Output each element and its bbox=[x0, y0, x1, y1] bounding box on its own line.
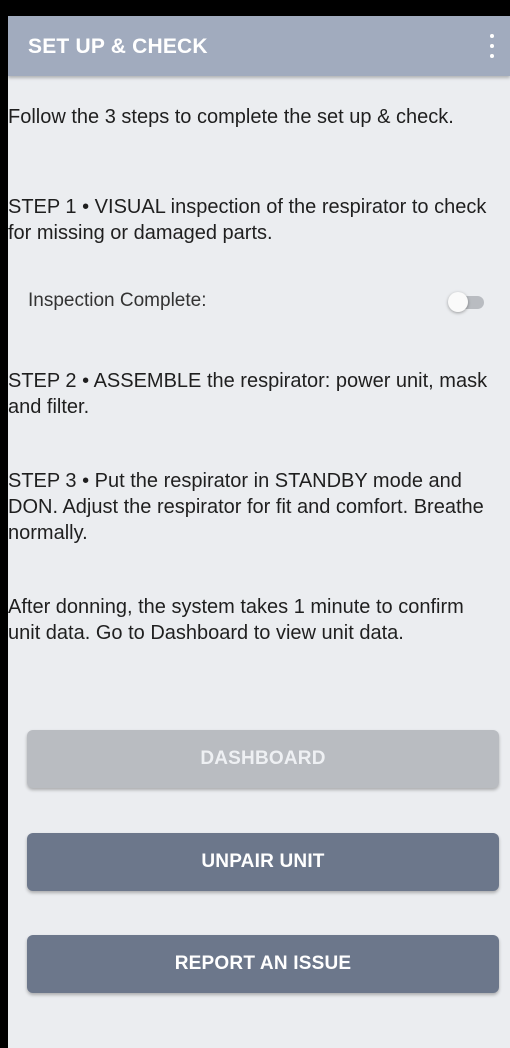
inspection-label: Inspection Complete: bbox=[28, 290, 207, 311]
content: Follow the 3 steps to complete the set u… bbox=[8, 76, 510, 1048]
page-title: SET UP & CHECK bbox=[28, 35, 208, 58]
toggle-thumb bbox=[448, 292, 468, 312]
status-bar bbox=[0, 0, 510, 16]
more-vert-icon[interactable] bbox=[482, 30, 502, 62]
dashboard-button[interactable]: DASHBOARD bbox=[27, 730, 499, 788]
report-issue-button[interactable]: REPORT AN ISSUE bbox=[27, 935, 499, 993]
app-bar: SET UP & CHECK bbox=[8, 16, 510, 76]
inspection-row: Inspection Complete: bbox=[8, 282, 510, 322]
screen: SET UP & CHECK Follow the 3 steps to com… bbox=[0, 0, 510, 1048]
step-1-text: STEP 1 • VISUAL inspection of the respir… bbox=[8, 196, 487, 244]
after-donning-note: After donning, the system takes 1 minute… bbox=[8, 596, 464, 644]
unpair-unit-button[interactable]: UNPAIR UNIT bbox=[27, 833, 499, 891]
inspection-complete-toggle[interactable] bbox=[448, 292, 486, 312]
intro-text: Follow the 3 steps to complete the set u… bbox=[8, 106, 454, 128]
step-2-text: STEP 2 • ASSEMBLE the respirator: power … bbox=[8, 370, 488, 418]
step-3-text: STEP 3 • Put the respirator in STANDBY m… bbox=[8, 470, 484, 544]
